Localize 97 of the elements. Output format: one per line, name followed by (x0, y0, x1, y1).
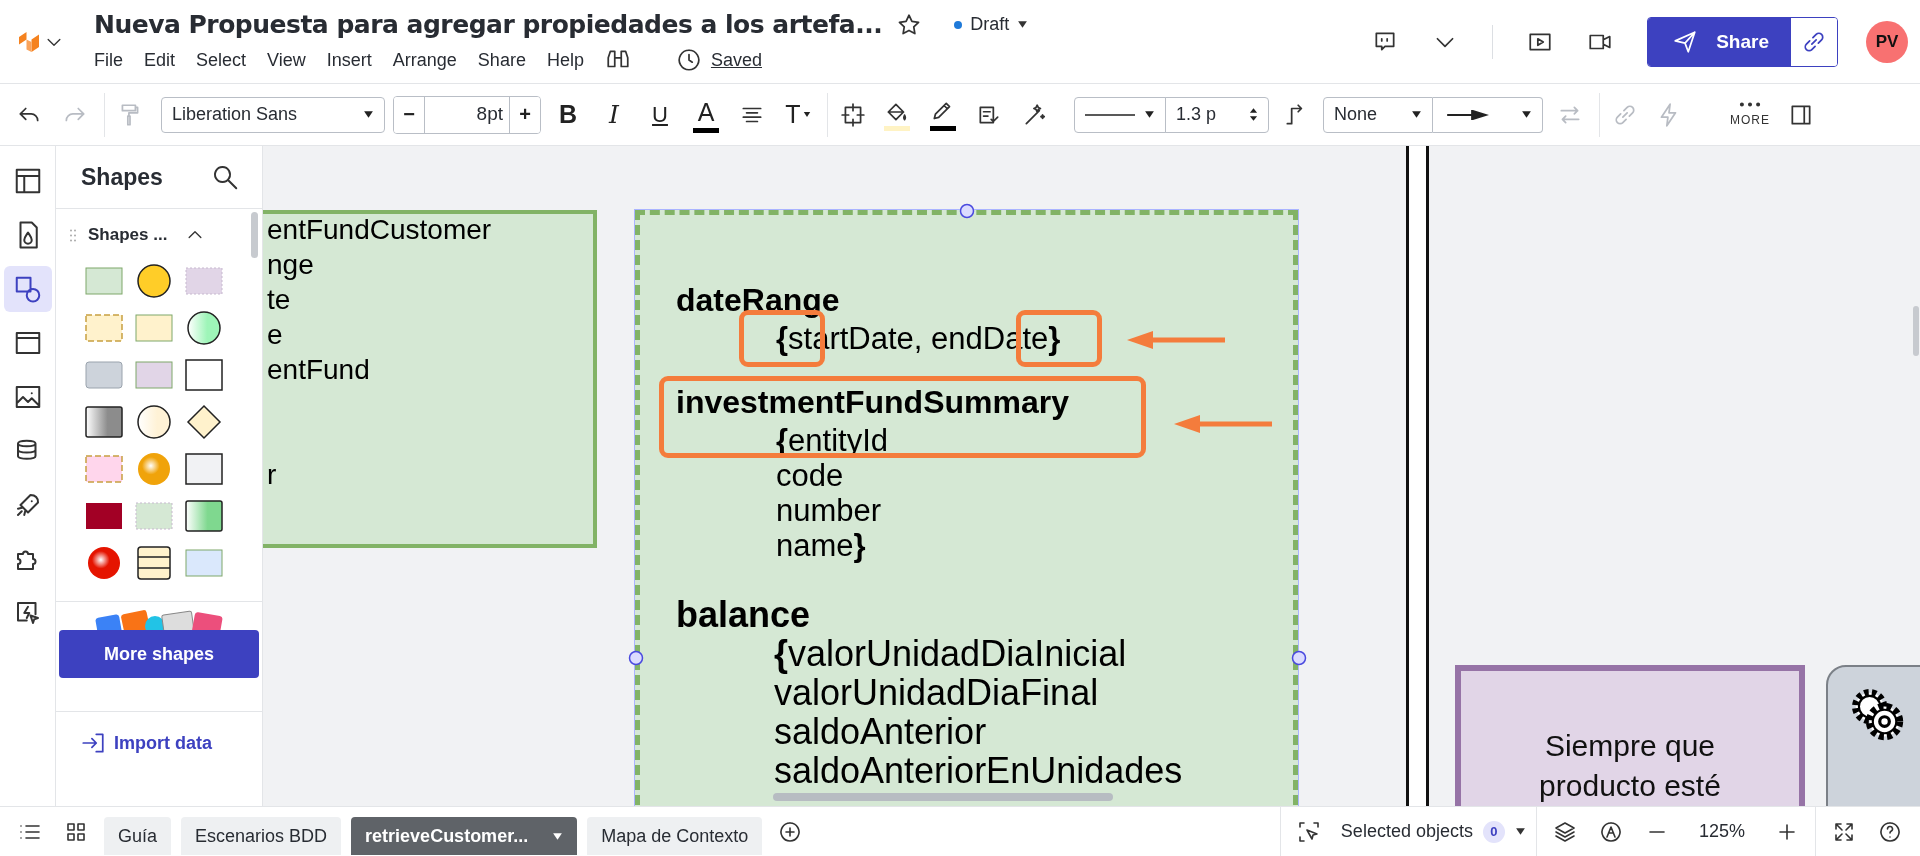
shape-text: r (267, 459, 277, 491)
line-start-value: None (1334, 104, 1378, 125)
field-heading: balance (676, 597, 811, 633)
shape-swatch[interactable] (84, 404, 124, 440)
caret-icon (363, 110, 374, 119)
shape-swatch[interactable] (134, 263, 174, 299)
line-start-dropdown[interactable]: None (1323, 96, 1433, 133)
status-dropdown[interactable]: Draft (954, 14, 1029, 35)
line-style-dropdown[interactable] (1074, 96, 1166, 133)
resize-handle[interactable] (959, 203, 975, 219)
panel-title: Shapes (81, 163, 163, 191)
line-width-value: 1.3 p (1176, 104, 1217, 125)
menu-item[interactable]: Edit (144, 49, 176, 71)
underline-button[interactable]: U (641, 92, 679, 137)
shape-swatch[interactable] (184, 404, 224, 440)
scrollbar[interactable] (251, 212, 258, 258)
import-icon (80, 730, 106, 756)
note-text: Siempre que producto esté (1538, 728, 1722, 804)
page-tab[interactable]: Escenarios BDD (181, 817, 342, 855)
document-title[interactable]: Nueva Propuesta para agregar propiedades a los artefa... (94, 10, 883, 39)
import-data-link[interactable]: Import data (56, 712, 212, 756)
page-tab[interactable]: retrieveCustomer... (351, 817, 578, 855)
drag-handle-icon[interactable] (70, 228, 76, 242)
shape-text: nge (267, 249, 314, 281)
resize-handle[interactable] (628, 650, 644, 666)
field-text: name} (776, 530, 866, 561)
more-button[interactable]: MORE (1726, 92, 1774, 137)
menu-item[interactable]: Help (546, 49, 584, 71)
field-text: {valorUnidadDiaInicial (774, 636, 1127, 672)
share-button[interactable]: Share (1648, 17, 1791, 66)
crop-icon (840, 101, 866, 128)
shape-text: e (267, 319, 283, 351)
menu-item[interactable]: Insert (326, 49, 372, 71)
caret-icon[interactable] (1514, 827, 1526, 836)
more-shapes-button[interactable]: More shapes (59, 630, 259, 678)
page-tab[interactable]: Mapa de Contexto (587, 817, 763, 855)
shape-swatch[interactable] (184, 357, 224, 393)
scrollbar[interactable] (1913, 306, 1919, 356)
shape-swatch[interactable] (184, 451, 224, 487)
font-dropdown[interactable]: Liberation Sans (161, 96, 385, 133)
field-text: code (776, 460, 844, 491)
section-header[interactable]: Shapes ... (56, 209, 262, 259)
dot-icon (954, 20, 963, 29)
menu-item[interactable]: View (267, 49, 306, 71)
line-width-field[interactable]: 1.3 p (1165, 96, 1269, 133)
wand-icon (1022, 101, 1048, 128)
selected-objects-label[interactable]: Selected objects (1340, 821, 1473, 842)
import-label: Import data (114, 732, 212, 754)
user-avatar[interactable]: PV (1866, 20, 1908, 63)
saved-link[interactable]: Saved (710, 49, 762, 71)
text-color-button[interactable]: A (693, 96, 719, 133)
help-icon[interactable] (1878, 819, 1902, 844)
shape-swatch[interactable] (184, 498, 224, 534)
section-title: Shapes ... (88, 225, 168, 245)
shape-swatch[interactable] (134, 404, 174, 440)
zoom-level[interactable]: 125% (1698, 821, 1745, 842)
layers-icon[interactable] (1552, 819, 1577, 844)
clock-icon[interactable] (675, 47, 702, 73)
shape-swatch[interactable] (134, 545, 174, 581)
field-text: valorUnidadDiaFinal (774, 675, 1099, 711)
bold-button[interactable]: B (549, 92, 587, 137)
page-tab[interactable]: Guía (104, 817, 172, 855)
menu-item[interactable]: Arrange (392, 49, 457, 71)
text-style-button[interactable]: T (779, 92, 817, 137)
resize-handle[interactable] (1291, 650, 1307, 666)
caret-icon (1017, 20, 1029, 29)
spinner-arrows-icon (1249, 107, 1258, 122)
shape-swatch[interactable] (184, 310, 224, 346)
line-end-dropdown[interactable] (1433, 96, 1543, 133)
paper-plane-icon (1672, 28, 1699, 55)
note-shape[interactable]: Siempre que producto esté (1455, 665, 1805, 806)
field-heading: investmentFundSummary (676, 386, 1069, 418)
shape-text: entFundCustomer (267, 214, 492, 246)
italic-button[interactable]: I (595, 92, 633, 137)
shapes-tab[interactable] (3, 266, 52, 312)
caret-icon (1144, 110, 1155, 119)
caret-icon (802, 111, 811, 118)
selection-icon[interactable] (1296, 819, 1321, 844)
count-badge: 0 (1482, 820, 1505, 843)
scrollbar[interactable] (773, 793, 1113, 801)
field-text: saldoAnterior (774, 714, 987, 750)
accessibility-icon[interactable] (1598, 819, 1623, 844)
field-text: saldoAnteriorEnUnidades (774, 753, 1183, 789)
field-text: number (776, 495, 882, 526)
caret-icon (1411, 110, 1422, 119)
menu-item[interactable]: Select (196, 49, 247, 71)
caret-icon (1521, 110, 1532, 119)
shape-text: entFund (267, 354, 370, 386)
field-heading: dateRange (676, 284, 840, 316)
menu-item[interactable]: Share (477, 49, 526, 71)
dots-icon (1739, 102, 1761, 107)
font-name: Liberation Sans (172, 104, 298, 125)
add-page-icon[interactable] (778, 819, 803, 844)
caret-icon (552, 831, 564, 841)
menu-item[interactable]: File (94, 49, 123, 71)
shape-text: te (267, 284, 291, 316)
diagram-shape[interactable]: entFundCustomer nge te e entFund r (263, 210, 597, 548)
